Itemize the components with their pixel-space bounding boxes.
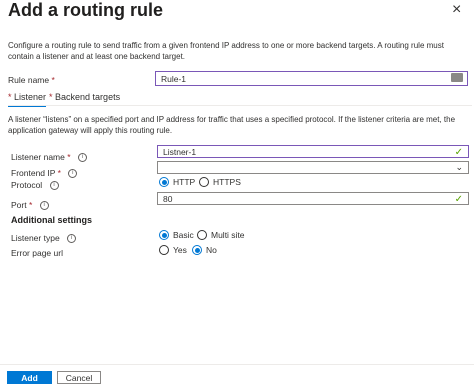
required-marker: * [67, 152, 71, 162]
checkmark-icon: ✓ [454, 147, 463, 158]
listener-type-multisite-radio[interactable]: Multi site [197, 230, 245, 240]
rule-name-label: Rule name * [8, 75, 55, 85]
radio-selected[interactable] [159, 230, 169, 240]
protocol-label: Protocol i [11, 180, 59, 191]
radio-unselected[interactable] [159, 245, 169, 255]
protocol-http-radio[interactable]: HTTP [159, 177, 195, 187]
required-marker: * [51, 75, 55, 85]
listener-name-input[interactable]: Listner-1 ✓ [157, 145, 469, 158]
port-label: Port * i [11, 200, 49, 211]
error-page-url-label: Error page url [11, 248, 63, 258]
page-title: Add a routing rule [8, 0, 163, 20]
info-icon[interactable]: i [49, 181, 59, 191]
chevron-down-icon: ⌄ [455, 162, 463, 172]
radio-unselected[interactable] [197, 230, 207, 240]
tab-divider [8, 105, 472, 106]
port-input[interactable]: 80 ✓ [157, 192, 469, 205]
info-icon[interactable]: i [68, 169, 78, 179]
protocol-https-radio[interactable]: HTTPS [199, 177, 241, 187]
frontend-ip-label: Frontend IP * i [11, 168, 78, 179]
frontend-ip-dropdown[interactable]: ⌄ [157, 161, 469, 174]
form-description: Configure a routing rule to send traffic… [8, 41, 444, 61]
tab-backend-targets[interactable]: * Backend targets [49, 92, 120, 102]
info-icon[interactable]: i [77, 153, 87, 163]
listener-name-label: Listener name * i [11, 152, 87, 163]
add-button[interactable]: Add [7, 371, 52, 384]
radio-unselected[interactable] [199, 177, 209, 187]
close-icon[interactable]: × [452, 1, 461, 19]
info-icon[interactable]: i [39, 201, 49, 211]
listener-type-label: Listener type i [11, 233, 77, 244]
additional-settings-heading: Additional settings [11, 215, 92, 225]
radio-selected[interactable] [192, 245, 202, 255]
required-marker: * [57, 168, 61, 178]
autofill-card-icon [451, 73, 463, 82]
rule-name-input[interactable]: Rule-1 [155, 71, 468, 86]
listener-description: A listener “listens” on a specified port… [8, 115, 456, 135]
radio-selected[interactable] [159, 177, 169, 187]
error-page-yes-radio[interactable]: Yes [159, 245, 187, 255]
cancel-button[interactable]: Cancel [57, 371, 101, 384]
required-marker: * [28, 200, 33, 210]
error-page-no-radio[interactable]: No [192, 245, 217, 255]
listener-type-basic-radio[interactable]: Basic [159, 230, 194, 240]
checkmark-icon: ✓ [454, 194, 463, 205]
info-icon[interactable]: i [67, 234, 77, 244]
